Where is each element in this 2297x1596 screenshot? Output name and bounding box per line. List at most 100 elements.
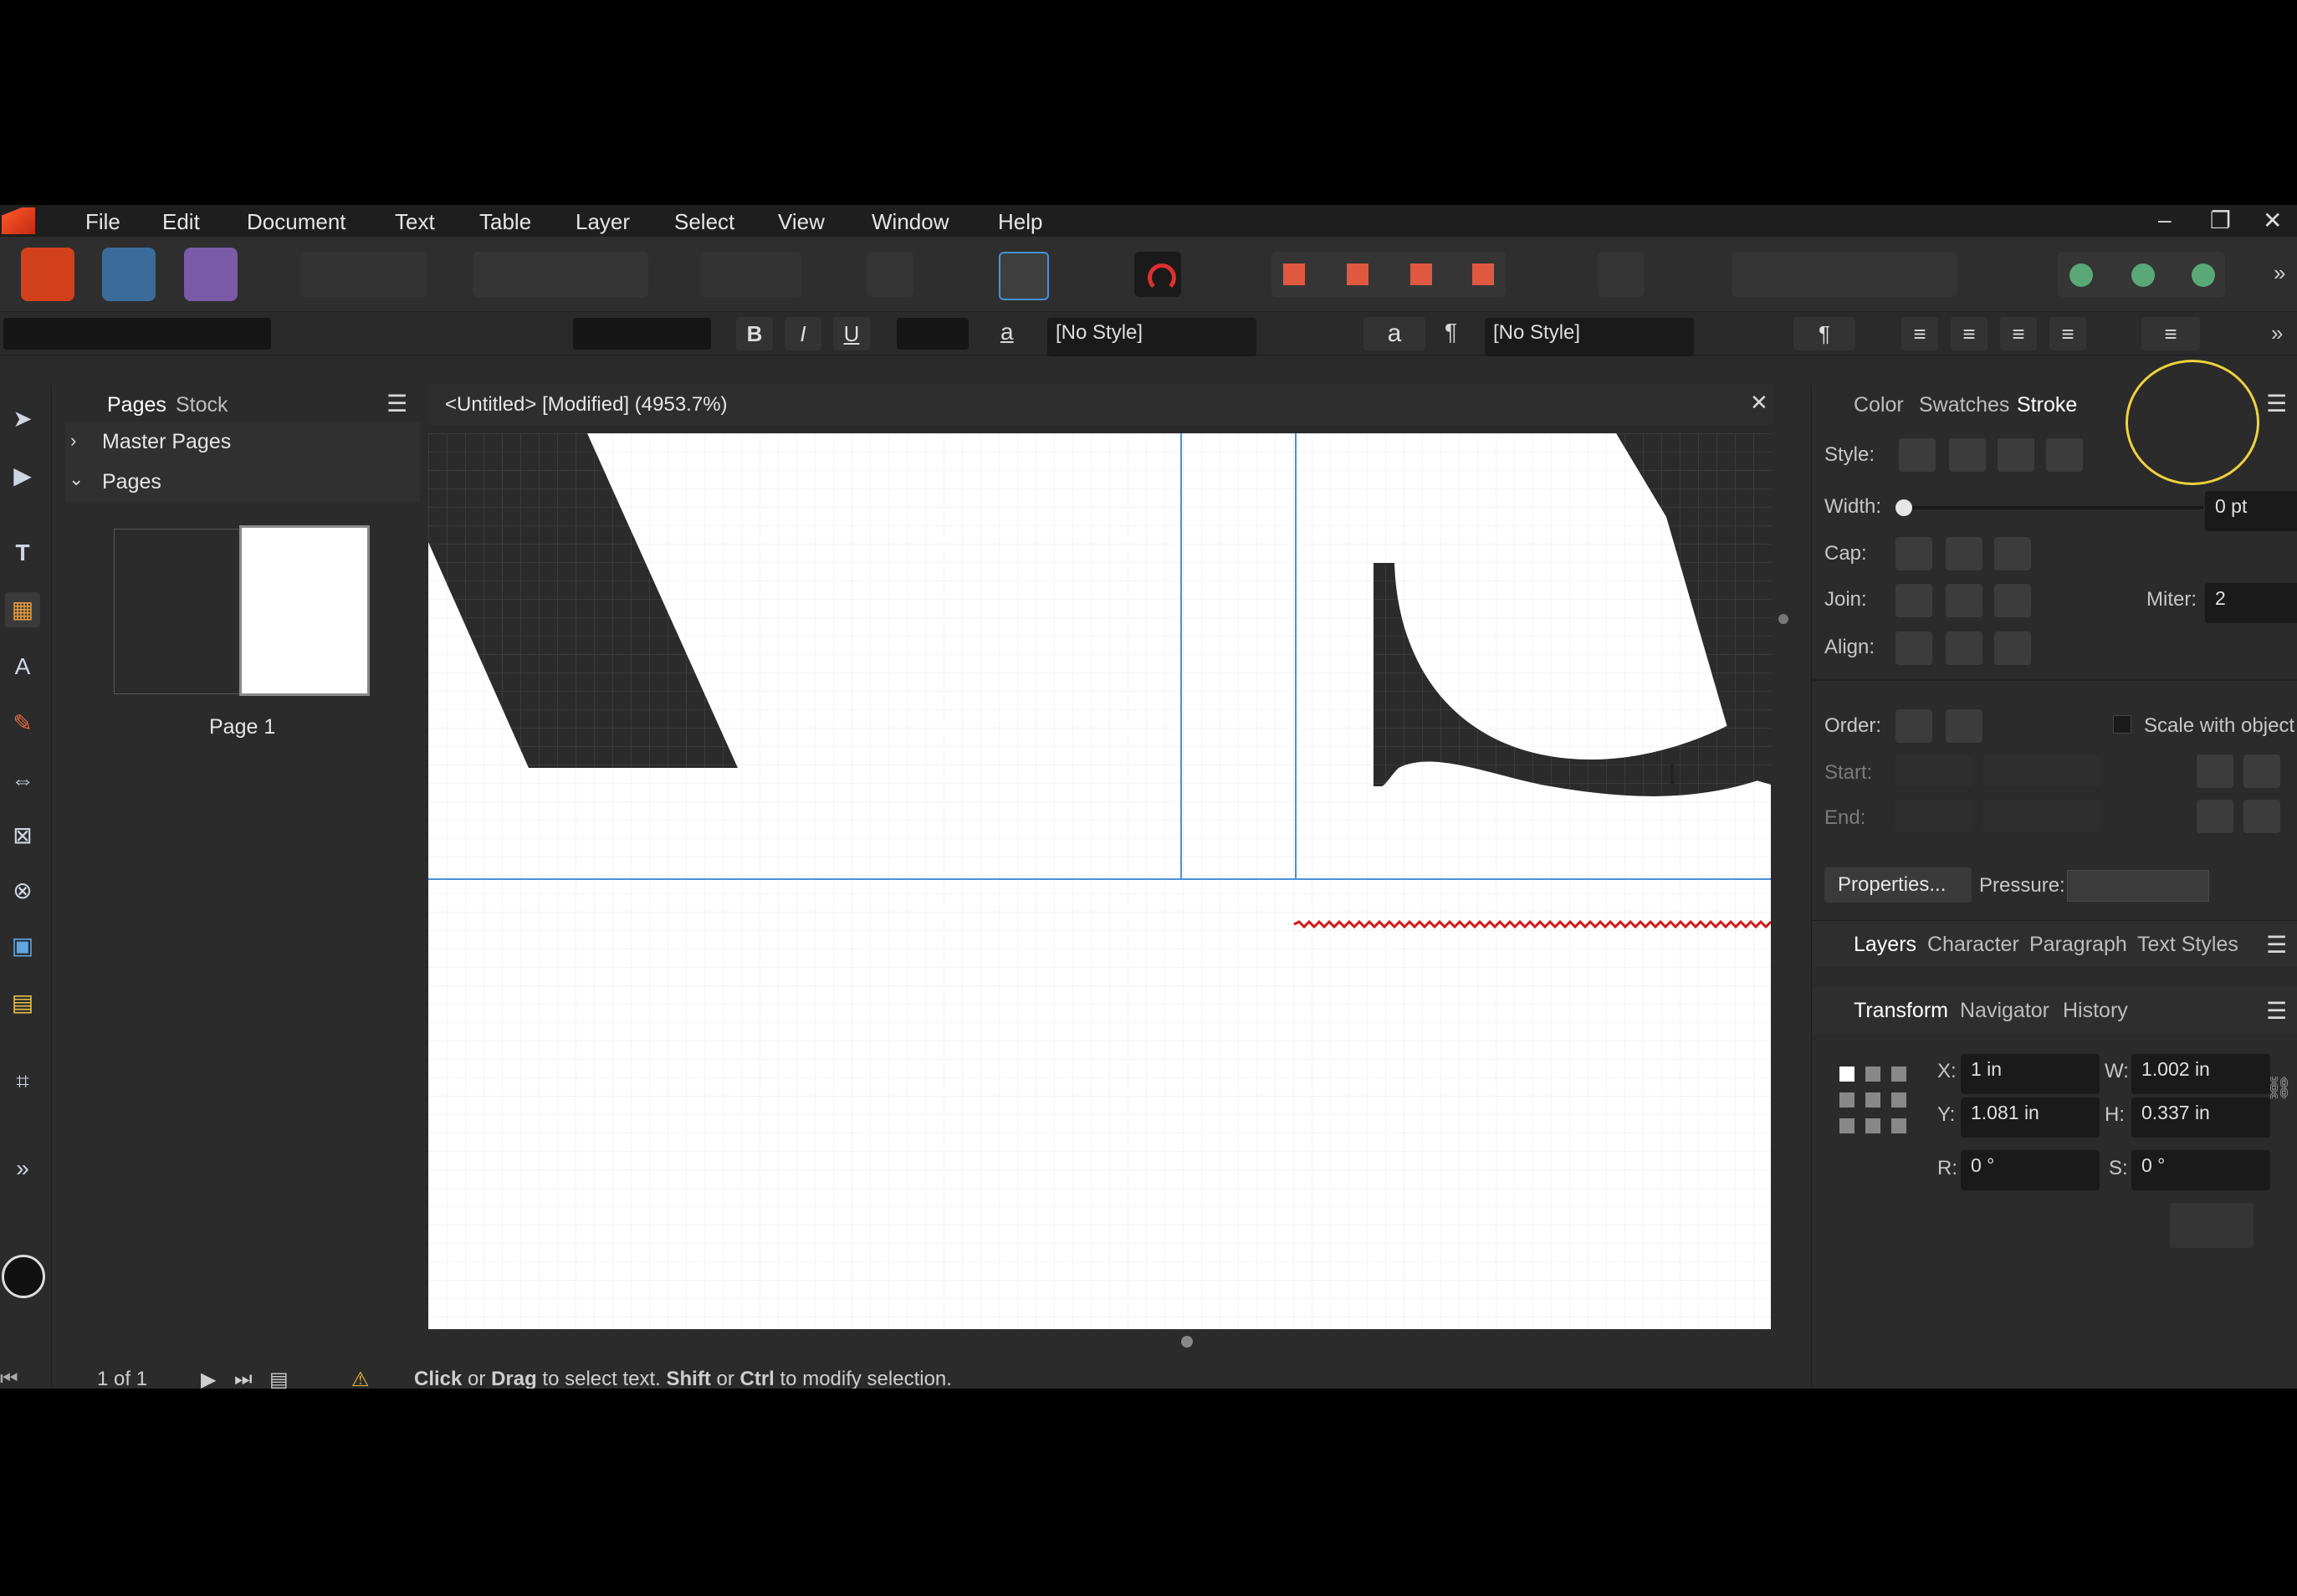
brush-stroke-icon[interactable] (2046, 438, 2083, 472)
frame-text-tool-icon[interactable]: T (5, 535, 40, 570)
anchor-selector[interactable] (1839, 1067, 1906, 1133)
document-tab[interactable]: <Untitled> [Modified] (4953.7%) ✕ (428, 385, 1773, 425)
link-icon[interactable]: ⛓ (2265, 1075, 2293, 1101)
chevron-down-icon[interactable]: ⌄ (69, 468, 84, 490)
frame-text-icon[interactable] (999, 252, 1049, 300)
align-center-icon[interactable]: ≡ (1951, 317, 1987, 350)
tab-text-styles[interactable]: Text Styles (2137, 933, 2238, 957)
round-cap-icon[interactable] (1946, 537, 1982, 570)
menu-file[interactable]: File (85, 209, 120, 235)
first-page-icon[interactable]: ⏮ (0, 1368, 18, 1389)
flip-rotate-group[interactable] (1732, 252, 1957, 297)
text-wrap-icon[interactable] (867, 252, 913, 297)
butt-cap-icon[interactable] (1895, 537, 1932, 570)
vertical-align-icon[interactable]: ≡ (2141, 317, 2200, 350)
snapping-icon[interactable] (1134, 252, 1181, 297)
bevel-join-icon[interactable] (1994, 584, 2031, 617)
picture-frame-tool-icon[interactable]: ⊠ (5, 818, 40, 853)
add-page-icon[interactable]: ▤ (269, 1368, 289, 1389)
solid-line-icon[interactable] (1949, 438, 1986, 472)
color-well-icon[interactable] (2, 1255, 45, 1298)
start-arrow-select[interactable] (1895, 755, 1972, 786)
designer-persona-icon[interactable] (102, 248, 156, 301)
restore-icon[interactable]: ❐ (2210, 207, 2231, 234)
tab-color[interactable]: Color (1854, 393, 1904, 417)
chevron-right-icon[interactable]: › (70, 430, 76, 452)
miter-input[interactable]: 2 (2205, 583, 2297, 623)
data-merge-tool-icon[interactable]: ▤ (5, 985, 40, 1021)
pages-row[interactable]: ⌄ Pages (65, 462, 420, 502)
no-stroke-icon[interactable] (1899, 438, 1936, 472)
font-style-select[interactable] (284, 318, 460, 350)
last-page-icon[interactable]: ⏭ (234, 1368, 253, 1389)
align-left-icon[interactable]: ≡ (1901, 317, 1938, 350)
align-center-stroke-icon[interactable] (1946, 632, 1982, 665)
view-mode-group[interactable] (301, 252, 427, 297)
bold-button[interactable]: B (736, 317, 773, 350)
next-page-icon[interactable]: ▶ (201, 1368, 216, 1389)
warning-icon[interactable]: ⚠ (351, 1368, 370, 1389)
layers-panel-menu-icon[interactable]: ☰ (2266, 931, 2287, 959)
x-input[interactable]: 1 in (1961, 1054, 2100, 1094)
swap-arrows-icon[interactable] (2197, 800, 2233, 833)
tab-history[interactable]: History (2063, 999, 2128, 1023)
start-scale-select[interactable] (1983, 755, 2100, 786)
dash-line-icon[interactable] (1998, 438, 2034, 472)
tools-expand-icon[interactable]: » (5, 1151, 40, 1186)
tab-stroke[interactable]: Stroke (2017, 393, 2077, 417)
align-icon[interactable] (1598, 252, 1645, 297)
photo-persona-icon[interactable] (184, 248, 238, 301)
document-canvas[interactable]: I (428, 433, 1771, 1329)
align-inside-icon[interactable] (1895, 632, 1932, 665)
font-size-select[interactable] (573, 318, 711, 350)
menu-text[interactable]: Text (395, 209, 435, 235)
clear-arrows-icon[interactable] (2243, 800, 2280, 833)
tab-swatches[interactable]: Swatches (1919, 393, 2009, 417)
round-join-icon[interactable] (1946, 584, 1982, 617)
publisher-persona-icon[interactable] (21, 248, 74, 301)
paragraph-style-select[interactable]: [No Style] (1485, 318, 1694, 356)
close-document-icon[interactable]: ✕ (1750, 390, 1768, 416)
arrow-extend-icon[interactable] (2243, 755, 2280, 788)
scale-with-object-checkbox[interactable] (2113, 715, 2131, 734)
vertical-scrollbar[interactable] (1773, 433, 1793, 1333)
menu-table[interactable]: Table (479, 209, 531, 235)
end-scale-select[interactable] (1983, 800, 2100, 831)
tab-layers[interactable]: Layers (1854, 933, 1916, 957)
menu-document[interactable]: Document (247, 209, 346, 235)
close-window-icon[interactable]: ✕ (2263, 207, 2282, 234)
paragraph-style-button[interactable]: ¶ (1793, 317, 1855, 350)
width-slider[interactable] (1902, 506, 2203, 509)
width-slider-handle[interactable] (1895, 499, 1912, 516)
stroke-panel-menu-icon[interactable]: ☰ (2266, 390, 2287, 417)
character-style-button[interactable]: a (1363, 317, 1425, 350)
context-overflow-icon[interactable]: » (2271, 320, 2283, 346)
menu-view[interactable]: View (778, 209, 825, 235)
menu-select[interactable]: Select (674, 209, 734, 235)
minimize-icon[interactable]: – (2158, 207, 2172, 233)
page-thumbnail-1[interactable] (239, 525, 370, 696)
crop-tool-icon[interactable]: ⌗ (5, 1064, 40, 1099)
tab-pages[interactable]: Pages (107, 393, 166, 417)
tab-transform[interactable]: Transform (1854, 999, 1948, 1023)
pin-group[interactable] (701, 252, 801, 297)
stroke-behind-icon[interactable] (1895, 709, 1932, 743)
toolbar-overflow-icon[interactable]: » (2274, 260, 2285, 286)
arrange-group[interactable] (1271, 252, 1506, 297)
preflight-group[interactable] (473, 252, 648, 297)
transform-origin-button[interactable] (2170, 1203, 2254, 1248)
end-arrow-select[interactable] (1895, 800, 1972, 831)
align-outside-icon[interactable] (1994, 632, 2031, 665)
move-tool-icon[interactable]: ➤ (5, 402, 40, 437)
square-cap-icon[interactable] (1994, 537, 2031, 570)
width-input[interactable]: 0 pt (2205, 491, 2297, 531)
tab-character[interactable]: Character (1927, 933, 2019, 957)
rotation-select[interactable]: 0 ° (1961, 1150, 2100, 1190)
transform-tool-icon[interactable]: ⇔ (5, 763, 40, 798)
text-color-swatch[interactable] (897, 318, 969, 350)
justify-icon[interactable]: ≡ (2049, 317, 2086, 350)
artistic-text-tool-icon[interactable]: A (5, 649, 40, 684)
place-image-tool-icon[interactable]: ▣ (5, 928, 40, 964)
w-input[interactable]: 1.002 in (2131, 1054, 2270, 1094)
node-tool-icon[interactable]: ▶ (5, 458, 40, 494)
